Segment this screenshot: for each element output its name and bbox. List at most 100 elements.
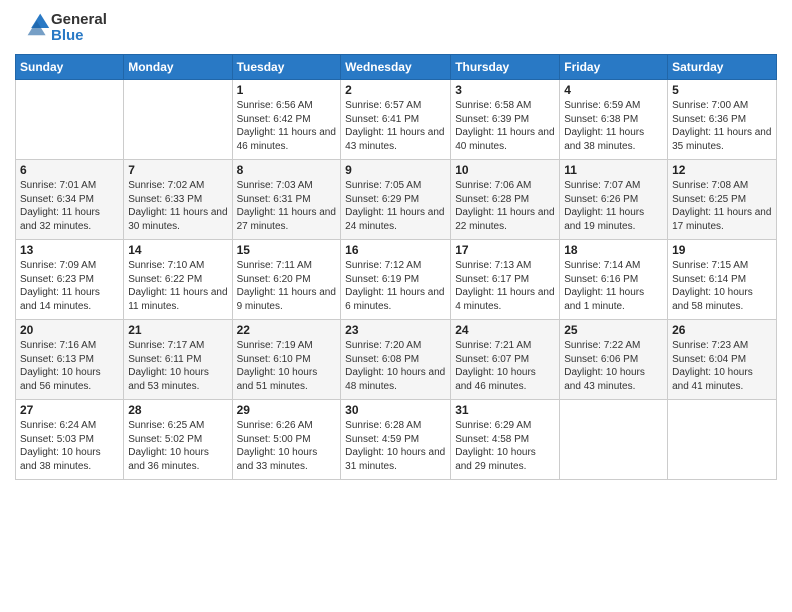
day-cell: 11 Sunrise: 7:07 AMSunset: 6:26 PMDayligh… bbox=[560, 160, 668, 240]
week-row-2: 6 Sunrise: 7:01 AMSunset: 6:34 PMDaylight… bbox=[16, 160, 777, 240]
week-row-4: 20 Sunrise: 7:16 AMSunset: 6:13 PMDayligh… bbox=[16, 320, 777, 400]
day-cell: 21 Sunrise: 7:17 AMSunset: 6:11 PMDayligh… bbox=[124, 320, 232, 400]
day-cell: 2 Sunrise: 6:57 AMSunset: 6:41 PMDaylight… bbox=[341, 80, 451, 160]
day-info: Sunrise: 7:14 AMSunset: 6:16 PMDaylight:… bbox=[564, 259, 663, 313]
day-cell bbox=[16, 80, 124, 160]
day-cell: 26 Sunrise: 7:23 AMSunset: 6:04 PMDayligh… bbox=[668, 320, 777, 400]
week-row-1: 1 Sunrise: 6:56 AMSunset: 6:42 PMDaylight… bbox=[16, 80, 777, 160]
day-number: 19 bbox=[672, 243, 772, 257]
day-cell: 27 Sunrise: 6:24 AMSunset: 5:03 PMDayligh… bbox=[16, 400, 124, 480]
day-number: 7 bbox=[128, 163, 227, 177]
day-cell: 24 Sunrise: 7:21 AMSunset: 6:07 PMDayligh… bbox=[451, 320, 560, 400]
day-number: 23 bbox=[345, 323, 446, 337]
day-cell: 19 Sunrise: 7:15 AMSunset: 6:14 PMDayligh… bbox=[668, 240, 777, 320]
weekday-header-tuesday: Tuesday bbox=[232, 55, 341, 80]
day-info: Sunrise: 6:57 AMSunset: 6:41 PMDaylight:… bbox=[345, 99, 446, 153]
weekday-header-wednesday: Wednesday bbox=[341, 55, 451, 80]
day-number: 27 bbox=[20, 403, 119, 417]
logo-text: General Blue bbox=[51, 12, 107, 45]
day-info: Sunrise: 6:25 AMSunset: 5:02 PMDaylight:… bbox=[128, 419, 227, 473]
day-info: Sunrise: 7:05 AMSunset: 6:29 PMDaylight:… bbox=[345, 179, 446, 233]
day-info: Sunrise: 7:22 AMSunset: 6:06 PMDaylight:… bbox=[564, 339, 663, 393]
weekday-header-friday: Friday bbox=[560, 55, 668, 80]
day-number: 28 bbox=[128, 403, 227, 417]
day-info: Sunrise: 7:21 AMSunset: 6:07 PMDaylight:… bbox=[455, 339, 555, 393]
day-info: Sunrise: 6:56 AMSunset: 6:42 PMDaylight:… bbox=[237, 99, 337, 153]
calendar-table: SundayMondayTuesdayWednesdayThursdayFrid… bbox=[15, 54, 777, 480]
day-cell: 25 Sunrise: 7:22 AMSunset: 6:06 PMDayligh… bbox=[560, 320, 668, 400]
day-cell: 22Sunrise: 7:19 AMSunset: 6:10 PMDayligh… bbox=[232, 320, 341, 400]
day-number: 24 bbox=[455, 323, 555, 337]
day-info: Sunrise: 7:23 AMSunset: 6:04 PMDaylight:… bbox=[672, 339, 772, 393]
day-info: Sunrise: 6:26 AMSunset: 5:00 PMDaylight:… bbox=[237, 419, 337, 473]
day-cell: 17Sunrise: 7:13 AMSunset: 6:17 PMDayligh… bbox=[451, 240, 560, 320]
day-cell bbox=[668, 400, 777, 480]
day-info: Sunrise: 7:10 AMSunset: 6:22 PMDaylight:… bbox=[128, 259, 227, 313]
day-cell: 28 Sunrise: 6:25 AMSunset: 5:02 PMDayligh… bbox=[124, 400, 232, 480]
day-info: Sunrise: 6:24 AMSunset: 5:03 PMDaylight:… bbox=[20, 419, 119, 473]
logo-container: General Blue bbox=[15, 10, 107, 46]
day-number: 29 bbox=[237, 403, 337, 417]
day-cell: 18 Sunrise: 7:14 AMSunset: 6:16 PMDayligh… bbox=[560, 240, 668, 320]
weekday-header-saturday: Saturday bbox=[668, 55, 777, 80]
day-info: Sunrise: 6:29 AMSunset: 4:58 PMDaylight:… bbox=[455, 419, 555, 473]
day-info: Sunrise: 7:17 AMSunset: 6:11 PMDaylight:… bbox=[128, 339, 227, 393]
day-number: 1 bbox=[237, 83, 337, 97]
logo-svg bbox=[15, 10, 51, 46]
day-cell: 20 Sunrise: 7:16 AMSunset: 6:13 PMDayligh… bbox=[16, 320, 124, 400]
day-info: Sunrise: 7:03 AMSunset: 6:31 PMDaylight:… bbox=[237, 179, 337, 233]
day-number: 25 bbox=[564, 323, 663, 337]
day-info: Sunrise: 7:07 AMSunset: 6:26 PMDaylight:… bbox=[564, 179, 663, 233]
day-number: 14 bbox=[128, 243, 227, 257]
day-cell: 10 Sunrise: 7:06 AMSunset: 6:28 PMDayligh… bbox=[451, 160, 560, 240]
day-info: Sunrise: 7:01 AMSunset: 6:34 PMDaylight:… bbox=[20, 179, 119, 233]
day-number: 31 bbox=[455, 403, 555, 417]
day-cell bbox=[124, 80, 232, 160]
day-number: 11 bbox=[564, 163, 663, 177]
day-cell: 9 Sunrise: 7:05 AMSunset: 6:29 PMDaylight… bbox=[341, 160, 451, 240]
day-cell: 30Sunrise: 6:28 AMSunset: 4:59 PMDayligh… bbox=[341, 400, 451, 480]
day-number: 9 bbox=[345, 163, 446, 177]
day-cell: 5Sunrise: 7:00 AMSunset: 6:36 PMDaylight… bbox=[668, 80, 777, 160]
day-info: Sunrise: 6:59 AMSunset: 6:38 PMDaylight:… bbox=[564, 99, 663, 153]
day-info: Sunrise: 7:15 AMSunset: 6:14 PMDaylight:… bbox=[672, 259, 772, 313]
week-row-3: 13Sunrise: 7:09 AMSunset: 6:23 PMDayligh… bbox=[16, 240, 777, 320]
day-number: 22 bbox=[237, 323, 337, 337]
day-number: 20 bbox=[20, 323, 119, 337]
day-number: 21 bbox=[128, 323, 227, 337]
calendar-page: General Blue SundayMondayTuesdayWednesda… bbox=[0, 0, 792, 612]
day-cell: 14 Sunrise: 7:10 AMSunset: 6:22 PMDayligh… bbox=[124, 240, 232, 320]
day-cell: 1 Sunrise: 6:56 AMSunset: 6:42 PMDaylight… bbox=[232, 80, 341, 160]
day-cell: 15 Sunrise: 7:11 AMSunset: 6:20 PMDayligh… bbox=[232, 240, 341, 320]
day-info: Sunrise: 7:12 AMSunset: 6:19 PMDaylight:… bbox=[345, 259, 446, 313]
day-number: 12 bbox=[672, 163, 772, 177]
day-number: 13 bbox=[20, 243, 119, 257]
day-info: Sunrise: 7:20 AMSunset: 6:08 PMDaylight:… bbox=[345, 339, 446, 393]
day-info: Sunrise: 7:00 AMSunset: 6:36 PMDaylight:… bbox=[672, 99, 772, 153]
day-info: Sunrise: 7:11 AMSunset: 6:20 PMDaylight:… bbox=[237, 259, 337, 313]
day-number: 16 bbox=[345, 243, 446, 257]
day-info: Sunrise: 7:13 AMSunset: 6:17 PMDaylight:… bbox=[455, 259, 555, 313]
day-number: 6 bbox=[20, 163, 119, 177]
day-info: Sunrise: 7:02 AMSunset: 6:33 PMDaylight:… bbox=[128, 179, 227, 233]
weekday-header-row: SundayMondayTuesdayWednesdayThursdayFrid… bbox=[16, 55, 777, 80]
weekday-header-sunday: Sunday bbox=[16, 55, 124, 80]
day-cell: 12 Sunrise: 7:08 AMSunset: 6:25 PMDayligh… bbox=[668, 160, 777, 240]
day-info: Sunrise: 7:08 AMSunset: 6:25 PMDaylight:… bbox=[672, 179, 772, 233]
day-info: Sunrise: 7:06 AMSunset: 6:28 PMDaylight:… bbox=[455, 179, 555, 233]
weekday-header-monday: Monday bbox=[124, 55, 232, 80]
day-number: 26 bbox=[672, 323, 772, 337]
day-cell: 13Sunrise: 7:09 AMSunset: 6:23 PMDayligh… bbox=[16, 240, 124, 320]
day-info: Sunrise: 6:28 AMSunset: 4:59 PMDaylight:… bbox=[345, 419, 446, 473]
header: General Blue bbox=[15, 10, 777, 46]
day-number: 2 bbox=[345, 83, 446, 97]
day-number: 10 bbox=[455, 163, 555, 177]
day-number: 3 bbox=[455, 83, 555, 97]
day-number: 15 bbox=[237, 243, 337, 257]
day-info: Sunrise: 7:16 AMSunset: 6:13 PMDaylight:… bbox=[20, 339, 119, 393]
day-number: 18 bbox=[564, 243, 663, 257]
day-cell: 31 Sunrise: 6:29 AMSunset: 4:58 PMDayligh… bbox=[451, 400, 560, 480]
day-cell: 16 Sunrise: 7:12 AMSunset: 6:19 PMDayligh… bbox=[341, 240, 451, 320]
day-cell: 8Sunrise: 7:03 AMSunset: 6:31 PMDaylight… bbox=[232, 160, 341, 240]
week-row-5: 27 Sunrise: 6:24 AMSunset: 5:03 PMDayligh… bbox=[16, 400, 777, 480]
